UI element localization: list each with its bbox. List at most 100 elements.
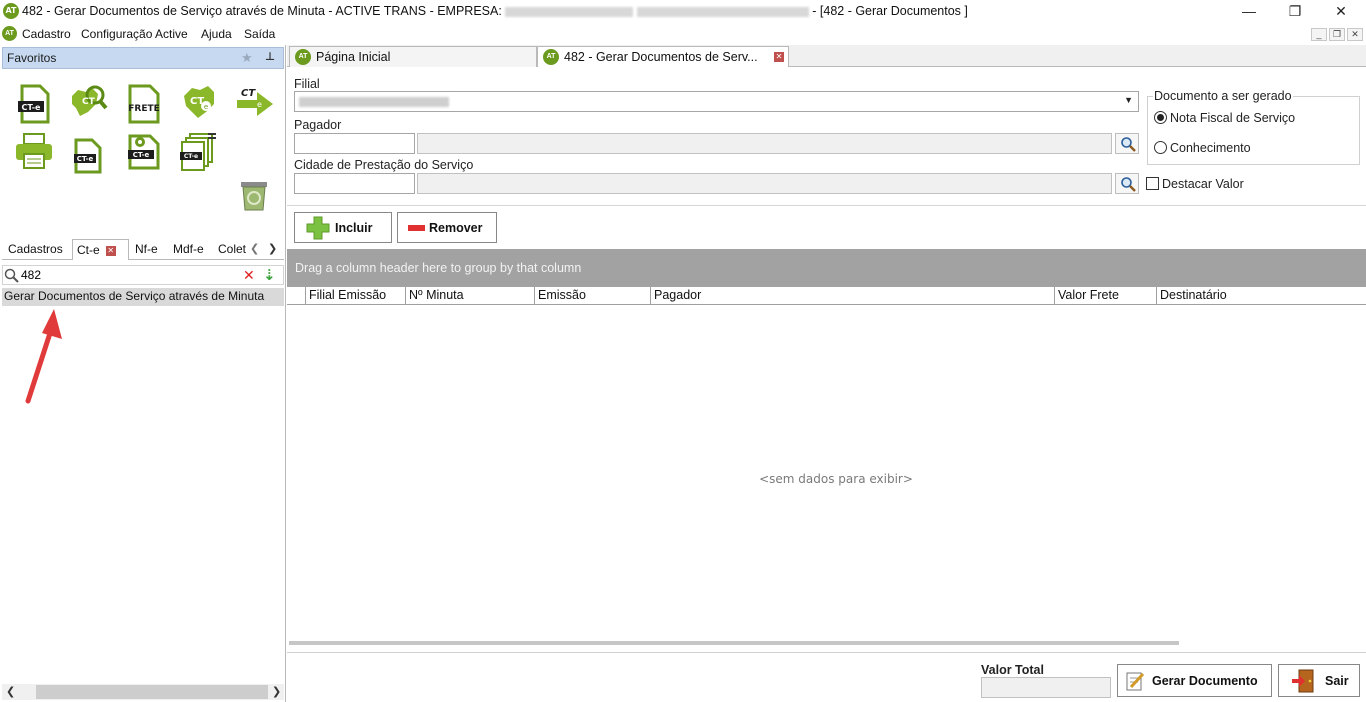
cte-small-doc-icon[interactable]: CT-e <box>68 136 108 176</box>
cte-stack-label: CT-e <box>184 153 198 160</box>
left-tab-strip: Cadastros Ct-e ✕ Nf-e Mdf-e Colet ❮ ❯ <box>2 239 284 260</box>
minus-icon <box>408 225 425 231</box>
radio-conhecimento-label[interactable]: Conhecimento <box>1170 141 1251 155</box>
menu-ajuda[interactable]: Ajuda <box>201 27 232 41</box>
incluir-button[interactable]: Incluir <box>294 212 392 243</box>
column-valor-frete[interactable]: Valor Frete <box>1055 287 1157 305</box>
tab-nfe[interactable]: Nf-e <box>131 239 162 260</box>
scrollbar-thumb[interactable] <box>36 685 268 699</box>
star-icon[interactable]: ★ <box>241 50 253 66</box>
menu-logo-icon: AT <box>2 26 17 41</box>
gerar-documento-button[interactable]: Gerar Documento <box>1117 664 1272 697</box>
frete-label: FRETE <box>128 104 160 114</box>
form-divider <box>287 205 1366 206</box>
radio-nota-fiscal[interactable] <box>1154 111 1167 124</box>
cte-settings-doc-label: CT-e <box>133 151 150 159</box>
tab-gerar-documentos[interactable]: AT 482 - Gerar Documentos de Serv... ✕ <box>537 46 789 68</box>
scroll-right-icon[interactable]: ❯ <box>272 685 281 698</box>
close-tab-icon[interactable]: ✕ <box>774 52 784 62</box>
cte-small-doc-label: CT-e <box>77 155 94 163</box>
group-by-panel[interactable]: Drag a column header here to group by th… <box>287 249 1366 287</box>
tab-coleta[interactable]: Colet <box>214 239 250 260</box>
dropdown-arrow-icon[interactable]: ▼ <box>1124 95 1133 105</box>
favorites-area: CT-e CT FRETE CT e CT e CT-e CT-e CT-e <box>0 70 286 238</box>
menu-cadastro[interactable]: Cadastro <box>22 27 71 41</box>
cte-map-icon[interactable]: CT e <box>180 82 220 122</box>
grid-horizontal-scrollbar[interactable] <box>289 641 1179 645</box>
form-panel: Filial ▼ Pagador Cidade de Prestação do … <box>287 67 1366 250</box>
pagador-code-input[interactable] <box>294 133 415 154</box>
svg-text:e: e <box>257 100 262 109</box>
grid-empty-message: <sem dados para exibir> <box>759 472 913 486</box>
menu-search-result[interactable]: Gerar Documentos de Serviço através de M… <box>2 288 284 306</box>
magnifier-icon <box>1121 177 1136 192</box>
tab-cte[interactable]: Ct-e ✕ <box>72 239 129 260</box>
svg-text:CT: CT <box>82 97 96 107</box>
arrow-down-icon[interactable]: ⇣ <box>263 266 276 284</box>
gerar-documento-label: Gerar Documento <box>1152 674 1258 688</box>
tab-cadastros[interactable]: Cadastros <box>4 239 67 260</box>
search-icon <box>4 268 19 283</box>
filial-select[interactable]: ▼ <box>294 91 1139 112</box>
tab-pagina-inicial-label: Página Inicial <box>316 50 391 64</box>
pagador-name-field <box>417 133 1112 154</box>
pin-icon[interactable]: ⊥ <box>265 50 275 63</box>
scroll-left-icon[interactable]: ❮ <box>6 685 15 698</box>
redacted-company-name <box>505 6 634 17</box>
restore-window-button[interactable]: ❐ <box>1272 0 1318 24</box>
group-by-hint: Drag a column header here to group by th… <box>295 261 582 275</box>
mdi-minimize-button[interactable]: _ <box>1311 28 1327 41</box>
window-title-prefix: 482 - Gerar Documentos de Serviço atravé… <box>22 4 502 18</box>
printer-icon[interactable] <box>14 132 54 172</box>
tab-gerar-documentos-label: 482 - Gerar Documentos de Serv... <box>564 50 758 64</box>
window-title-suffix: - [482 - Gerar Documentos ] <box>812 4 968 18</box>
plus-icon <box>306 216 330 240</box>
cte-send-icon[interactable]: CT e <box>235 84 275 124</box>
column-filial-emissao[interactable]: Filial Emissão <box>306 287 406 305</box>
column-emissao[interactable]: Emissão <box>535 287 651 305</box>
cte-document-icon[interactable]: CT-e <box>14 84 54 124</box>
recycle-bin-icon[interactable] <box>238 180 270 212</box>
cte-stack-icon[interactable]: CT-e <box>178 132 218 172</box>
grid-header: Filial Emissão Nº Minuta Emissão Pagador… <box>287 287 1366 305</box>
close-window-button[interactable]: ✕ <box>1318 0 1364 24</box>
radio-conhecimento[interactable] <box>1154 141 1167 154</box>
mdi-close-button[interactable]: ✕ <box>1347 28 1363 41</box>
chevron-right-icon[interactable]: ❯ <box>268 242 277 255</box>
incluir-label: Incluir <box>335 221 373 235</box>
destacar-valor-checkbox[interactable] <box>1146 177 1159 190</box>
column-destinatario[interactable]: Destinatário <box>1157 287 1366 305</box>
column-numero-minuta[interactable]: Nº Minuta <box>406 287 535 305</box>
cidade-code-input[interactable] <box>294 173 415 194</box>
cte-settings-doc-icon[interactable]: CT-e <box>124 132 164 172</box>
svg-text:CT: CT <box>241 88 256 99</box>
clear-search-icon[interactable]: ✕ <box>243 267 255 284</box>
minimize-window-button[interactable]: — <box>1226 0 1272 24</box>
cte-search-icon[interactable]: CT <box>68 82 108 122</box>
column-pagador[interactable]: Pagador <box>651 287 1055 305</box>
remover-button[interactable]: Remover <box>397 212 497 243</box>
mdi-restore-button[interactable]: ❐ <box>1329 28 1345 41</box>
frete-document-icon[interactable]: FRETE <box>124 84 164 124</box>
destacar-valor-label[interactable]: Destacar Valor <box>1162 177 1244 191</box>
radio-nota-fiscal-label[interactable]: Nota Fiscal de Serviço <box>1170 111 1295 125</box>
red-arrow-annotation <box>25 309 62 404</box>
redacted-company-detail <box>636 6 809 17</box>
tab-pagina-inicial[interactable]: AT Página Inicial <box>289 46 537 67</box>
cidade-lookup-button[interactable] <box>1115 173 1139 194</box>
menu-configuracao-active[interactable]: Configuração Active <box>81 27 188 41</box>
valor-total-field <box>981 677 1111 698</box>
menu-search-input[interactable] <box>21 267 237 283</box>
tab-mdfe[interactable]: Mdf-e <box>169 239 208 260</box>
edit-document-icon <box>1126 672 1145 691</box>
close-tab-icon[interactable]: ✕ <box>105 245 116 256</box>
sair-button[interactable]: Sair <box>1278 664 1360 697</box>
pagador-lookup-button[interactable] <box>1115 133 1139 154</box>
footer-bar: Valor Total Gerar Documento Sair <box>287 652 1366 702</box>
chevron-left-icon[interactable]: ❮ <box>250 242 259 255</box>
menu-saida[interactable]: Saída <box>244 27 275 41</box>
document-tab-strip: AT Página Inicial AT 482 - Gerar Documen… <box>287 45 1366 68</box>
left-horizontal-scrollbar[interactable]: ❮ ❯ <box>2 684 284 700</box>
documento-group-label: Documento a ser gerado <box>1153 89 1293 103</box>
tab-logo-icon: AT <box>543 49 559 65</box>
